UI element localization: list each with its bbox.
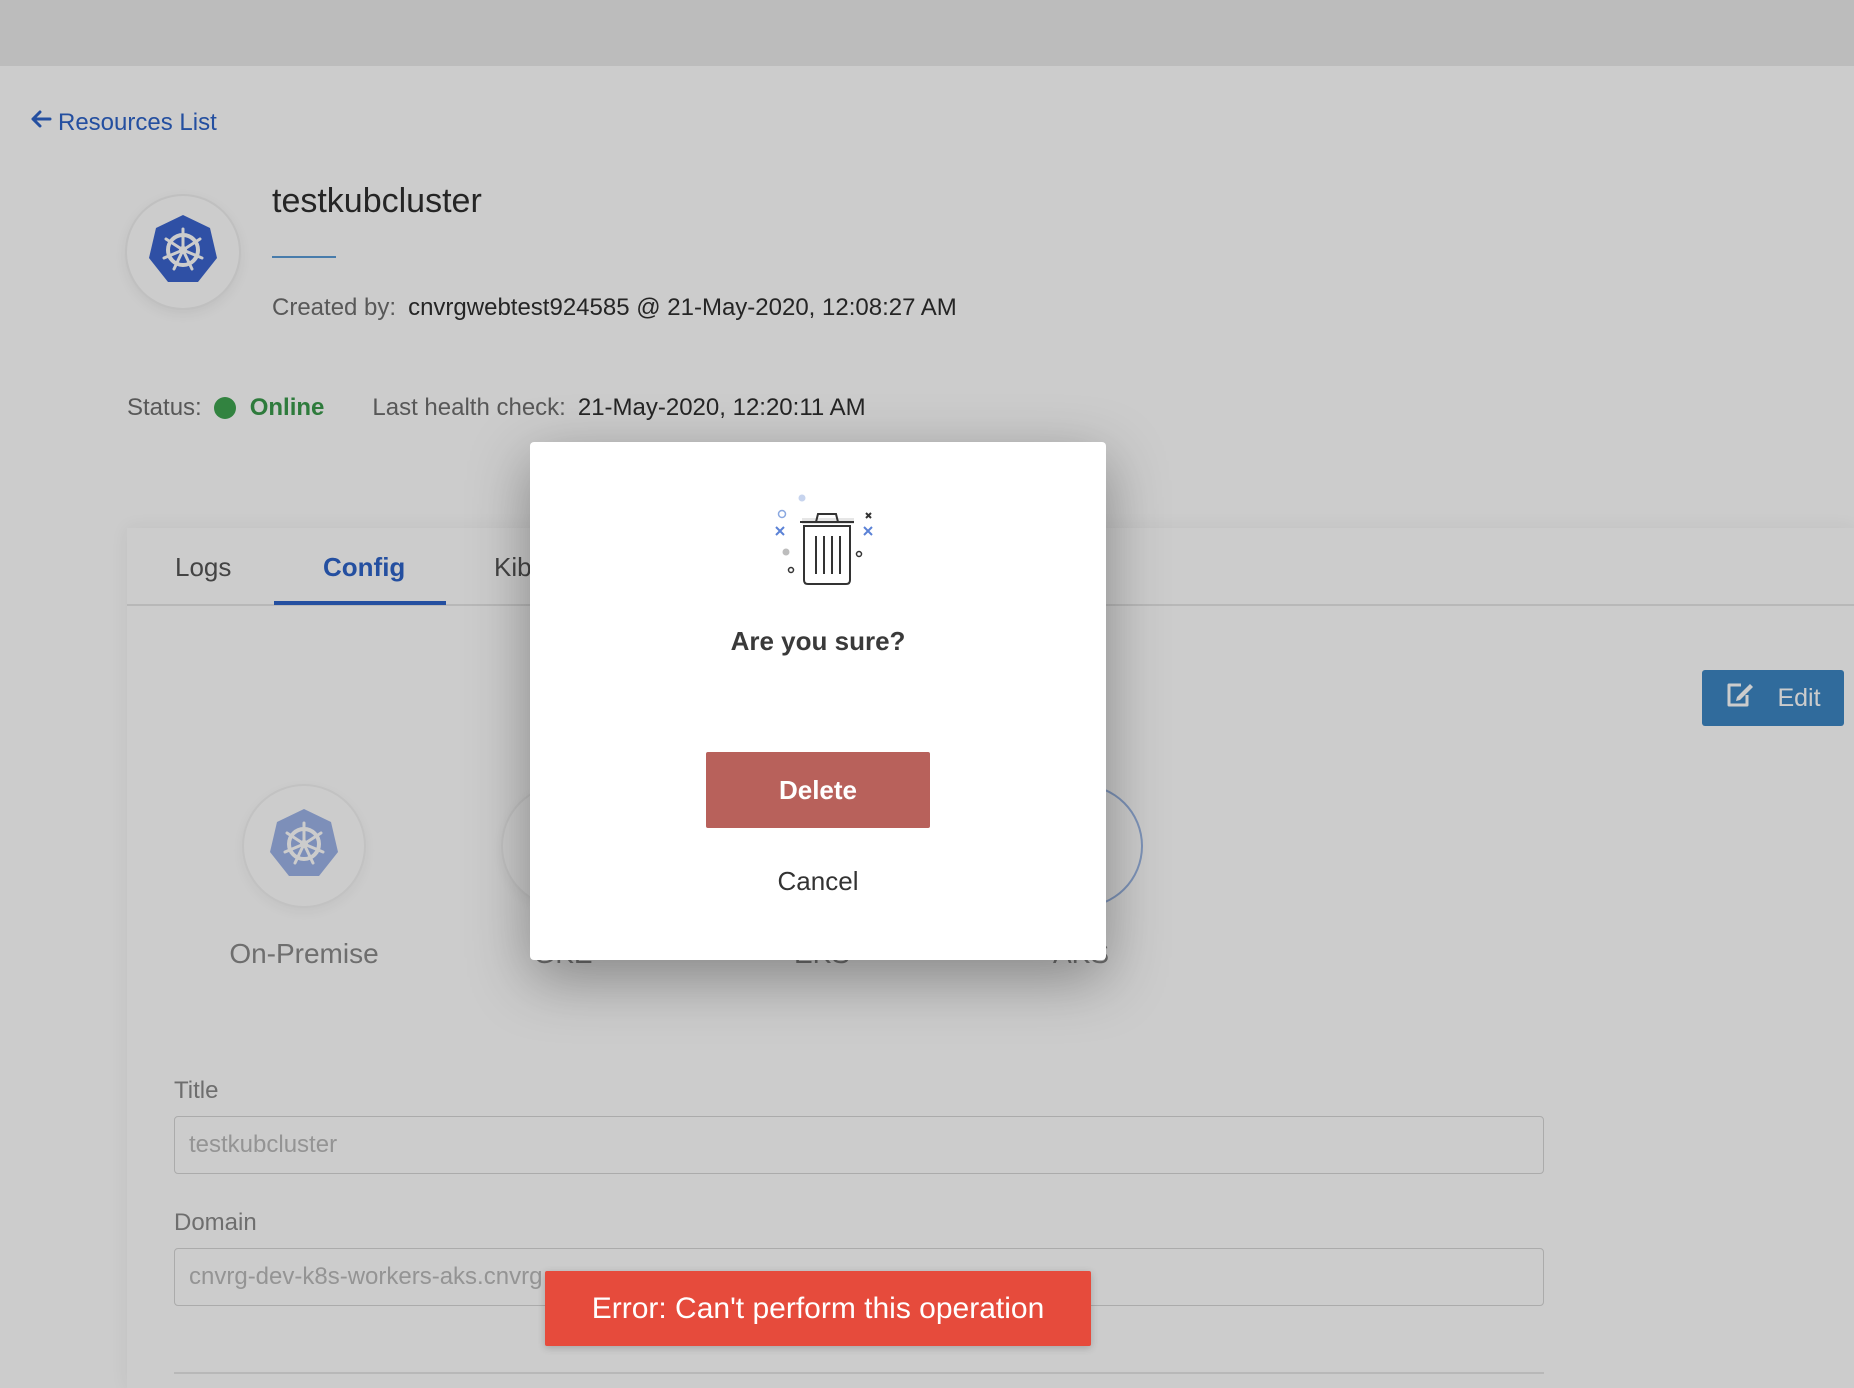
error-toast: Error: Can't perform this operation [545,1271,1091,1346]
delete-button[interactable]: Delete [706,752,930,828]
modal-backdrop-top [0,0,1854,66]
confirm-delete-modal: Are you sure? Delete Cancel [530,442,1106,960]
modal-title: Are you sure? [730,626,906,656]
trash-icon [758,494,878,595]
cancel-button[interactable]: Cancel [530,866,1106,897]
